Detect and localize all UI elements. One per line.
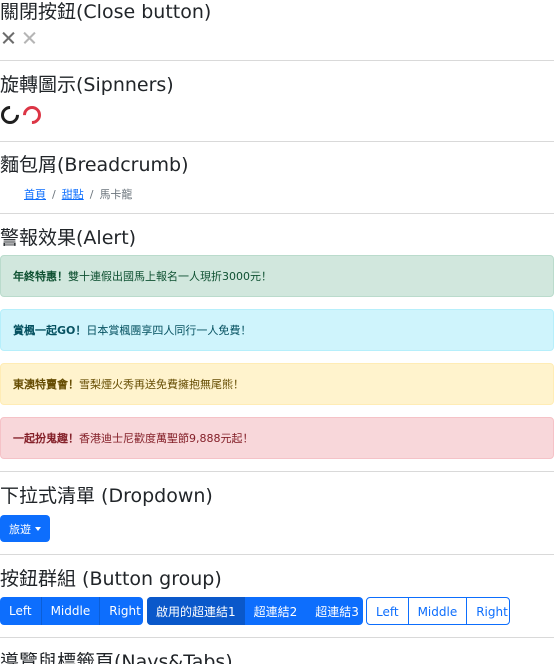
alert-text: 香港迪士尼歡度萬聖節9,888元起！ bbox=[79, 432, 254, 445]
divider bbox=[0, 637, 554, 638]
alert-danger: 一起扮鬼趣！ 香港迪士尼歡度萬聖節9,888元起！ bbox=[0, 417, 554, 459]
breadcrumb-separator: / bbox=[89, 188, 94, 201]
right-button[interactable]: Right bbox=[99, 597, 143, 625]
close-icon[interactable] bbox=[0, 29, 17, 46]
alert-strong: 東澳特賣會！ bbox=[13, 378, 79, 391]
spinner-dark-icon bbox=[0, 102, 23, 128]
middle-button[interactable]: Middle bbox=[407, 598, 467, 624]
breadcrumb-item-dessert[interactable]: 甜點 bbox=[62, 188, 84, 201]
divider bbox=[0, 141, 554, 142]
button-group-heading: 按鈕群組 (Button group) bbox=[0, 568, 222, 590]
breadcrumb: 首頁 / 甜點 / 馬卡龍 bbox=[24, 186, 132, 202]
middle-button[interactable]: Middle bbox=[40, 597, 100, 625]
button-group-links: 啟用的超連結1 超連結2 超連結3 bbox=[147, 597, 363, 625]
left-button[interactable]: Left bbox=[367, 598, 408, 624]
link-button-3[interactable]: 超連結3 bbox=[306, 597, 363, 625]
dropdown-label: 旅遊 bbox=[9, 522, 31, 536]
button-group-solid: Left Middle Right bbox=[0, 597, 143, 625]
alert-strong: 年終特惠！ bbox=[13, 270, 68, 283]
link-button-active[interactable]: 啟用的超連結1 bbox=[147, 597, 245, 625]
right-button[interactable]: Right bbox=[466, 598, 509, 624]
dropdown-toggle-button[interactable]: 旅遊 bbox=[0, 515, 50, 542]
breadcrumb-separator: / bbox=[52, 188, 56, 201]
divider bbox=[0, 554, 554, 555]
alert-text: 雪梨煙火秀再送免費擁抱無尾熊！ bbox=[79, 378, 244, 391]
spinner-red-icon bbox=[19, 102, 45, 128]
button-group-outline: Left Middle Right bbox=[366, 597, 510, 625]
breadcrumb-item-home[interactable]: 首頁 bbox=[24, 188, 46, 201]
alert-strong: 賞楓一起GO！ bbox=[13, 324, 87, 337]
close-button-row bbox=[0, 29, 38, 46]
caret-down-icon bbox=[35, 526, 41, 531]
left-button[interactable]: Left bbox=[0, 597, 41, 625]
spinner-row bbox=[0, 102, 45, 128]
breadcrumb-heading: 麵包屑(Breadcrumb) bbox=[0, 154, 189, 176]
dropdown-heading: 下拉式清單 (Dropdown) bbox=[0, 485, 213, 507]
divider bbox=[0, 213, 554, 214]
spinner-heading: 旋轉圖示(Sipnners) bbox=[0, 74, 174, 96]
alert-success: 年終特惠！ 雙十連假出國馬上報名一人現折3000元！ bbox=[0, 255, 554, 297]
close-button-section: 關閉按鈕(Close button) bbox=[0, 0, 554, 58]
alert-info: 賞楓一起GO！ 日本賞楓團享四人同行一人免費！ bbox=[0, 309, 554, 351]
close-button-heading: 關閉按鈕(Close button) bbox=[0, 1, 212, 23]
alert-warning: 東澳特賣會！ 雪梨煙火秀再送免費擁抱無尾熊！ bbox=[0, 363, 554, 405]
alert-heading: 警報效果(Alert) bbox=[0, 227, 137, 249]
alert-text: 雙十連假出國馬上報名一人現折3000元！ bbox=[68, 270, 272, 283]
close-icon-disabled bbox=[21, 29, 38, 46]
navs-tabs-heading: 導覽與標籤頁(Navs&Tabs) bbox=[0, 651, 233, 664]
alert-strong: 一起扮鬼趣！ bbox=[13, 432, 79, 445]
divider bbox=[0, 60, 554, 61]
alert-text: 日本賞楓團享四人同行一人免費！ bbox=[86, 324, 252, 337]
breadcrumb-item-current: 馬卡龍 bbox=[99, 188, 133, 201]
link-button-2[interactable]: 超連結2 bbox=[245, 597, 307, 625]
divider bbox=[0, 471, 554, 472]
